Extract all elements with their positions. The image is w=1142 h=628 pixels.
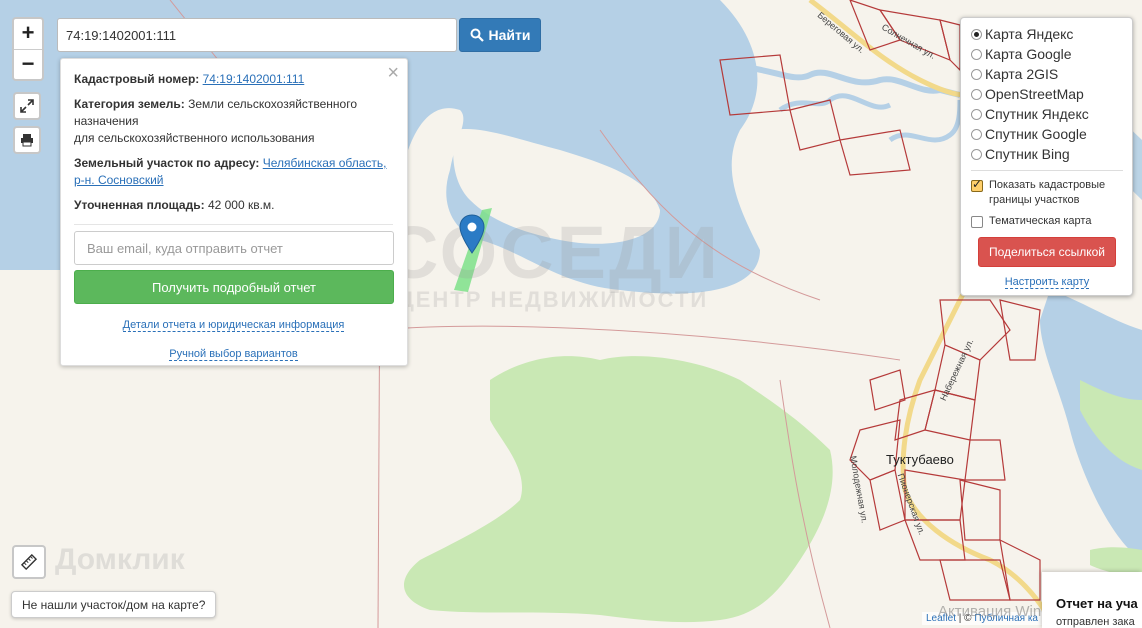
search-button[interactable]: Найти [459,18,541,52]
category-value-1: Земли сельскохозяйственного [188,97,358,111]
radio-icon [971,148,982,160]
address-link-district[interactable]: р-н. Сосновский [74,173,164,187]
cadastral-link[interactable]: 74:19:1402001:111 [203,72,305,86]
setup-map-link[interactable]: Настроить карту [1004,276,1090,289]
address-row: Земельный участок по адресу: Челябинская… [74,155,393,189]
layer-option-label: Спутник Яндекс [985,106,1089,122]
show-borders-label: Показать кадастровые границы участков [989,178,1105,208]
radio-icon [971,88,982,100]
checkbox-checked-icon [971,177,983,192]
radio-icon [971,128,982,140]
show-borders-line-2: границы участков [989,194,1080,206]
layers-panel: Карта Яндекс Карта Google Карта 2GIS Ope… [960,17,1133,296]
measure-button[interactable] [12,545,46,579]
get-report-button[interactable]: Получить подробный отчет [74,270,394,304]
layer-option[interactable]: OpenStreetMap [971,84,1123,104]
zoom-in-button[interactable]: + [14,19,42,49]
cadastral-label: Кадастровый номер: [74,72,200,86]
report-notification-title: Отчет на уча [1056,596,1138,611]
layer-option[interactable]: Карта Google [971,44,1123,64]
town-label: Туктубаево [886,452,954,467]
layer-option[interactable]: Спутник Google [971,124,1123,144]
search-button-label: Найти [488,27,531,43]
cadastral-row: Кадастровый номер: 74:19:1402001:111 [74,71,393,88]
fullscreen-button[interactable] [13,92,41,120]
report-details-link[interactable]: Детали отчета и юридическая информация [122,319,345,332]
category-row: Категория земель: Земли сельскохозяйстве… [74,96,393,147]
layer-option-label: Карта Google [985,46,1072,62]
layer-option[interactable]: Карта 2GIS [971,64,1123,84]
radio-selected-icon [971,28,982,40]
zoom-out-button[interactable]: − [14,49,42,80]
layer-option-label: Карта Яндекс [985,26,1074,42]
radio-icon [971,108,982,120]
layer-option-label: OpenStreetMap [985,86,1084,102]
area-label: Уточненная площадь: [74,198,205,212]
category-value-3: для сельскохозяйственного использования [74,131,315,145]
thematic-map-checkbox[interactable]: Тематическая карта [971,214,1123,229]
map-marker-icon[interactable] [459,214,485,254]
radio-icon [971,68,982,80]
share-link-button[interactable]: Поделиться ссылкой [978,237,1116,267]
layer-option[interactable]: Спутник Bing [971,144,1123,164]
layer-option-label: Спутник Bing [985,146,1070,162]
search-input[interactable] [57,18,457,52]
layer-option-label: Спутник Google [985,126,1087,142]
report-notification-subtitle: отправлен зака [1056,616,1135,628]
not-found-button[interactable]: Не нашли участок/дом на карте? [11,591,217,618]
ruler-icon [21,554,37,570]
layer-option[interactable]: Спутник Яндекс [971,104,1123,124]
search-icon [470,28,484,42]
printer-icon [21,134,33,147]
close-icon[interactable]: × [387,63,399,83]
area-row: Уточненная площадь: 42 000 кв.м. [74,197,393,214]
address-label: Земельный участок по адресу: [74,156,260,170]
category-value-2: назначения [74,114,139,128]
show-borders-line-1: Показать кадастровые [989,179,1106,191]
print-button[interactable] [13,126,41,154]
checkbox-icon [971,216,983,228]
radio-icon [971,48,982,60]
layer-option[interactable]: Карта Яндекс [971,24,1123,44]
layer-option-label: Карта 2GIS [985,66,1059,82]
address-link-region[interactable]: Челябинская область, [263,156,387,170]
email-input[interactable] [74,231,394,265]
area-value: 42 000 кв.м. [207,198,275,212]
zoom-control: + − [12,17,44,81]
manual-selection-link[interactable]: Ручной выбор вариантов [169,348,298,361]
thematic-map-label: Тематическая карта [989,215,1092,227]
show-borders-checkbox[interactable]: Показать кадастровые границы участков [971,177,1123,208]
parcel-popup: × Кадастровый номер: 74:19:1402001:111 К… [60,58,408,366]
expand-icon [20,99,34,113]
popup-divider [74,224,393,225]
layers-divider [971,170,1123,171]
report-notification[interactable]: Отчет на уча отправлен зака [1042,572,1142,628]
category-label: Категория земель: [74,97,185,111]
